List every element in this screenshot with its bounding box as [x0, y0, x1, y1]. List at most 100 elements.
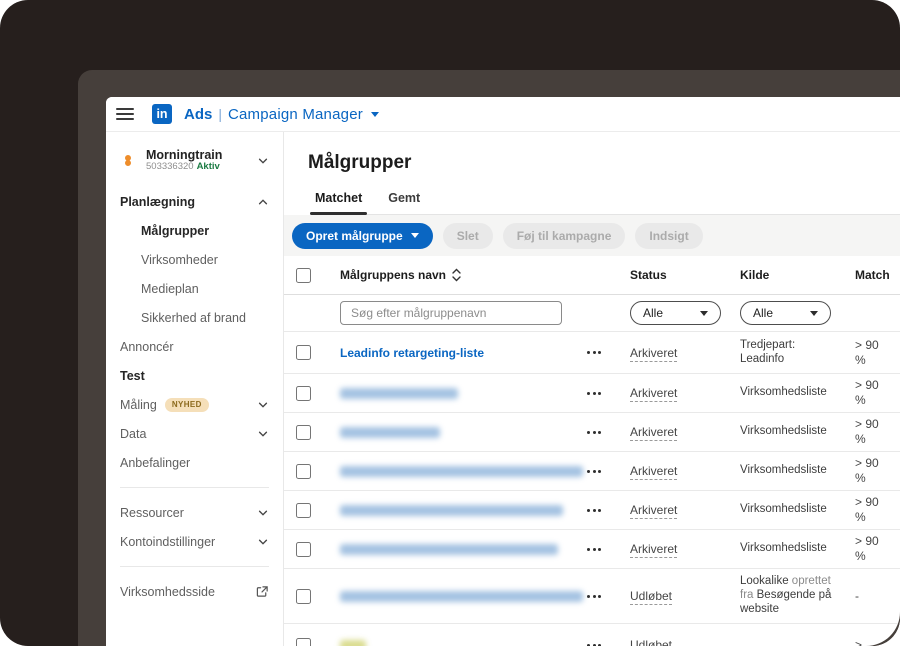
indsigt-button[interactable]: Indsigt	[635, 222, 703, 249]
status-badge[interactable]: Arkiveret	[630, 464, 678, 480]
sidebar-item-virksomheder[interactable]: Virksomheder	[106, 245, 283, 274]
match-cell: > 90 %	[855, 378, 879, 407]
product-name: Ads	[184, 105, 213, 123]
row-overflow-menu-icon[interactable]	[585, 466, 630, 477]
kilde-cell: Virksomhedsliste	[740, 425, 827, 438]
table-header-row: Målgruppens navn Status Kilde Match	[284, 256, 900, 295]
sidebar-item-label: Annoncér	[120, 339, 174, 354]
sidebar-item-label: Sikkerhed af brand	[141, 310, 246, 325]
action-toolbar: Opret målgruppe Slet Føj til kampagne Inds…	[284, 215, 900, 256]
column-header-name[interactable]: Målgruppens navn	[340, 268, 585, 282]
chevron-down-icon	[700, 310, 708, 316]
table-row: Arkiveret Virksomhedsliste > 90 %	[284, 374, 900, 413]
row-overflow-menu-icon[interactable]	[585, 544, 630, 555]
sidebar-item-label: Måling	[120, 397, 157, 412]
sidebar-item-annonc-r[interactable]: Annoncér	[106, 332, 283, 361]
sidebar-item-data[interactable]: Data	[106, 419, 283, 448]
kilde-cell: Virksomhedsliste	[740, 386, 827, 399]
sidebar-item-planl-gning[interactable]: Planlægning	[106, 187, 283, 216]
sidebar-item-label: Ressourcer	[120, 505, 184, 520]
match-cell: > 90 %	[855, 417, 879, 446]
sidebar-item-ressourcer[interactable]: Ressourcer	[106, 498, 283, 527]
row-checkbox[interactable]	[296, 541, 311, 557]
row-overflow-menu-icon[interactable]	[585, 388, 630, 399]
sidebar-item-label: Data	[120, 426, 147, 441]
sort-icon[interactable]	[451, 268, 462, 282]
row-overflow-menu-icon[interactable]	[585, 427, 630, 438]
status-filter-dropdown[interactable]: Alle	[630, 301, 721, 325]
row-overflow-menu-icon[interactable]	[585, 347, 630, 358]
create-audience-button[interactable]: Opret målgruppe	[292, 222, 433, 249]
audience-name-link[interactable]: Leadinfo retargeting-liste	[340, 346, 484, 360]
row-checkbox[interactable]	[296, 463, 311, 479]
sidebar-item-label: Virksomheder	[141, 252, 218, 267]
sidebar-item-anbefalinger[interactable]: Anbefalinger	[106, 448, 283, 477]
sidebar-item-sikkerhed-af-brand[interactable]: Sikkerhed af brand	[106, 303, 283, 332]
sidebar-divider	[120, 487, 269, 489]
row-overflow-menu-icon[interactable]	[585, 640, 630, 646]
row-checkbox[interactable]	[296, 502, 311, 518]
account-id-status: 503336320 Aktiv	[146, 161, 220, 173]
row-checkbox[interactable]	[296, 424, 311, 440]
sidebar-item-label: Målgrupper	[141, 223, 210, 238]
search-input[interactable]	[340, 301, 562, 325]
account-logo-icon	[120, 155, 136, 167]
external-link-icon	[256, 586, 268, 598]
status-badge[interactable]: Arkiveret	[630, 345, 678, 362]
table-row: Leadinfo retargeting-liste Arkiveret Tredj…	[284, 332, 900, 374]
app-switcher[interactable]: in Ads | Campaign Manager	[152, 104, 379, 124]
status-badge[interactable]: Arkiveret	[630, 542, 678, 558]
redacted-audience-name	[340, 543, 558, 555]
kilde-cell: Virksomhedsliste	[740, 542, 827, 555]
sidebar-item-m-ling[interactable]: Måling NYHED	[106, 390, 283, 419]
table-filter-row: Alle Alle	[284, 295, 900, 332]
chevron-down-icon	[258, 431, 268, 437]
row-checkbox[interactable]	[296, 345, 311, 360]
marketing-card: in Ads | Campaign Manager Morningtrain 5…	[0, 0, 900, 646]
row-overflow-menu-icon[interactable]	[585, 505, 630, 516]
tab-matchet[interactable]: Matchet	[309, 191, 368, 215]
row-overflow-menu-icon[interactable]	[585, 591, 630, 602]
redacted-audience-name	[340, 426, 440, 438]
table-row: Arkiveret Virksomhedsliste > 90 %	[284, 452, 900, 491]
match-cell: > 90 %	[855, 337, 879, 367]
status-badge[interactable]: Arkiveret	[630, 503, 678, 519]
kilde-cell: Virksomhedsliste	[740, 464, 827, 477]
status-badge[interactable]: Arkiveret	[630, 386, 678, 402]
tab-gemt[interactable]: Gemt	[386, 191, 422, 214]
table-row: Udløbet >	[284, 624, 900, 646]
status-badge[interactable]: Arkiveret	[630, 425, 678, 441]
slet-button[interactable]: Slet	[442, 222, 493, 249]
sidebar-item-kontoindstillinger[interactable]: Kontoindstillinger	[106, 527, 283, 556]
hamburger-menu-icon[interactable]	[116, 107, 134, 121]
redacted-audience-name	[340, 387, 458, 399]
account-switcher[interactable]: Morningtrain 503336320 Aktiv	[106, 144, 283, 187]
match-cell: -	[855, 588, 859, 603]
app-name: Campaign Manager	[227, 105, 363, 123]
row-checkbox[interactable]	[296, 637, 311, 646]
chevron-down-icon	[810, 310, 818, 316]
select-all-checkbox[interactable]	[296, 267, 311, 283]
kilde-filter-dropdown[interactable]: Alle	[740, 301, 831, 325]
sidebar-item-test[interactable]: Test	[106, 361, 283, 390]
redacted-audience-name	[340, 639, 366, 646]
sidebar-item-label: Test	[120, 368, 145, 383]
row-checkbox[interactable]	[296, 385, 311, 401]
status-badge[interactable]: Udløbet	[630, 589, 673, 605]
chevron-down-icon	[258, 539, 268, 545]
sidebar-item-virksomhedsside[interactable]: Virksomhedsside	[106, 577, 283, 606]
sidebar-item-medieplan[interactable]: Medieplan	[106, 274, 283, 303]
status-badge[interactable]: Udløbet	[630, 638, 673, 646]
chevron-up-icon	[258, 199, 268, 205]
f-j-til-kampagne-button[interactable]: Føj til kampagne	[502, 222, 626, 249]
new-badge: NYHED	[164, 397, 209, 412]
sidebar-item-label: Anbefalinger	[120, 455, 191, 470]
sidebar-divider	[120, 566, 269, 568]
sidebar-nav: Planlægning Målgrupper Virksomheder Mediepl…	[106, 187, 283, 616]
kilde-cell: Lookalike oprettet fra Besøgende på webs…	[740, 575, 832, 615]
main-content: Målgrupper Matchet Gemt Opret målgruppe S…	[284, 132, 900, 646]
sidebar: Morningtrain 503336320 Aktiv Planlægning M…	[106, 132, 284, 646]
row-checkbox[interactable]	[296, 588, 311, 604]
match-cell: > 90 %	[855, 495, 879, 524]
sidebar-item-m-lgrupper[interactable]: Målgrupper	[106, 216, 283, 245]
